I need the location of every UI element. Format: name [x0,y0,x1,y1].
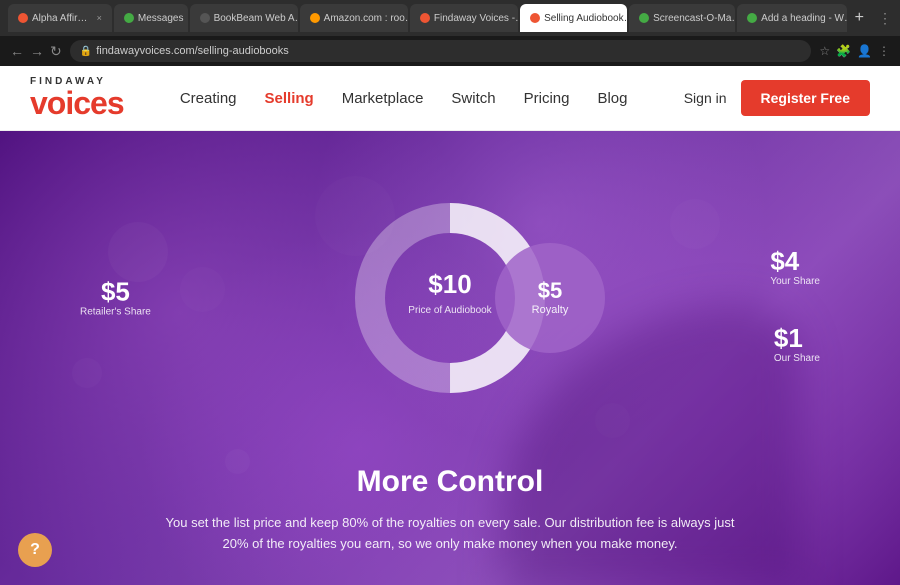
tab-label-selling: Selling Audiobook… [544,13,627,24]
our-share-amount: $1 [774,325,820,351]
browser-tabs-bar: Alpha Affirmation… × Messages × BookBeam… [0,0,900,36]
tab-icon-alpha [18,13,28,23]
tab-selling[interactable]: Selling Audiobook… × [520,4,627,32]
tab-amazon[interactable]: Amazon.com : roo… × [300,4,408,32]
nav-switch[interactable]: Switch [451,90,495,107]
nav-selling[interactable]: Selling [265,90,314,107]
retailer-share-label: $5 Retailer's Share [80,279,151,318]
tab-label-amazon: Amazon.com : roo… [324,13,408,24]
main-nav: Creating Selling Marketplace Switch Pric… [180,90,628,107]
tab-alpha[interactable]: Alpha Affirmation… × [8,4,112,32]
retailer-label: Retailer's Share [80,307,151,318]
nav-creating[interactable]: Creating [180,90,237,107]
tab-icon-amazon [310,13,320,23]
tab-icon-findaway [420,13,430,23]
lock-icon: 🔒 [80,46,92,57]
tab-findaway[interactable]: Findaway Voices -… × [410,4,518,32]
new-tab-button[interactable]: + [849,9,870,27]
sign-in-button[interactable]: Sign in [684,90,727,106]
more-control-section: More Control You set the list price and … [60,465,840,585]
browser-menu-icon[interactable]: ⋮ [874,10,892,27]
your-share-amount: $4 [770,248,820,274]
diagram-area: $5 Retailer's Share $10 Price of Audiobo… [0,131,900,465]
back-button[interactable]: ← [10,43,24,59]
profile-icon[interactable]: 👤 [857,44,872,58]
url-bar[interactable]: 🔒 findawayvoices.com/selling-audiobooks [70,40,812,62]
tab-icon-bookbeam [200,13,210,23]
your-share-label: $4 Your Share [770,248,820,287]
site-logo: FINDAWAY voices [30,77,124,119]
tab-icon-screencast [639,13,649,23]
tab-label-google: Add a heading - W… [761,13,846,24]
tab-label-alpha: Alpha Affirmation… [32,13,91,24]
royalty-label: Royalty [532,304,569,316]
tab-label-bookbeam: BookBeam Web A… [214,13,298,24]
help-button[interactable]: ? [18,533,52,567]
our-share-text: Our Share [774,353,820,364]
nav-pricing[interactable]: Pricing [524,90,570,107]
nav-blog[interactable]: Blog [597,90,627,107]
settings-icon[interactable]: ⋮ [878,44,890,58]
royalty-amount: $5 [538,280,562,302]
tab-icon-selling [530,13,540,23]
tab-label-screencast: Screencast-O-Ma… [653,13,735,24]
address-bar: ← → ↻ 🔒 findawayvoices.com/selling-audio… [0,36,900,66]
tab-bar: Alpha Affirmation… × Messages × BookBeam… [8,4,870,32]
our-share-label: $1 Our Share [774,325,820,364]
site-navbar: FINDAWAY voices Creating Selling Marketp… [0,66,900,131]
nav-controls: ← → ↻ [10,43,62,60]
refresh-button[interactable]: ↻ [50,43,62,60]
retailer-amount: $5 [80,279,151,305]
tab-label-findaway: Findaway Voices -… [434,13,518,24]
register-button[interactable]: Register Free [741,80,870,116]
tab-label-messages: Messages [138,13,184,24]
forward-button[interactable]: → [30,43,44,59]
star-icon[interactable]: ☆ [819,44,830,58]
svg-text:Price of Audiobook: Price of Audiobook [408,305,492,316]
tab-screencast[interactable]: Screencast-O-Ma… × [629,4,735,32]
tab-icon-google [747,13,757,23]
your-share-text: Your Share [770,276,820,287]
logo-voices: voices [30,87,124,119]
donut-chart: $10 Price of Audiobook $5 Royalty [350,198,550,398]
nav-actions: Sign in Register Free [684,80,870,116]
royalty-circle: $5 Royalty [495,243,605,353]
tab-bookbeam[interactable]: BookBeam Web A… × [190,4,298,32]
tab-google[interactable]: Add a heading - W… × [737,4,846,32]
browser-toolbar: ☆ 🧩 👤 ⋮ [819,44,890,58]
url-text: findawayvoices.com/selling-audiobooks [96,45,289,57]
tab-icon-messages [124,13,134,23]
more-control-body: You set the list price and keep 80% of t… [160,513,740,555]
svg-text:$10: $10 [428,269,471,299]
tab-messages[interactable]: Messages × [114,4,188,32]
nav-marketplace[interactable]: Marketplace [342,90,424,107]
hero-section: $5 Retailer's Share $10 Price of Audiobo… [0,131,900,585]
extensions-icon[interactable]: 🧩 [836,44,851,58]
tab-close-alpha[interactable]: × [97,13,102,23]
more-control-title: More Control [160,465,740,499]
